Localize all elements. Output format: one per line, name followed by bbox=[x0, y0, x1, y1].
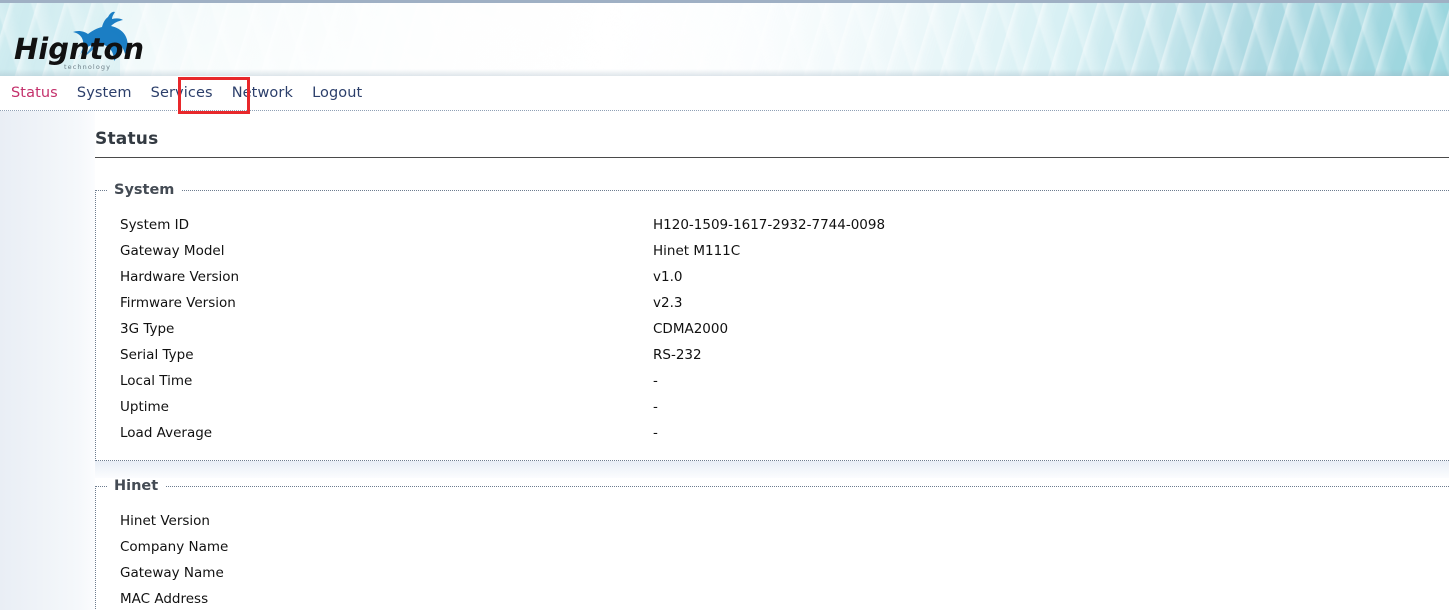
row-label: Serial Type bbox=[96, 342, 653, 368]
brand-logo: Hignton technology bbox=[12, 9, 152, 75]
page-root: Hignton technology Status System Service… bbox=[0, 0, 1449, 610]
main-navigation: Status System Services Network Logout bbox=[0, 76, 1449, 111]
section-system-legend: System bbox=[108, 182, 181, 198]
table-row: System IDH120-1509-1617-2932-7744-0098 bbox=[96, 212, 1449, 238]
table-row: Hardware Versionv1.0 bbox=[96, 264, 1449, 290]
row-label: Hardware Version bbox=[96, 264, 653, 290]
content-inner: Status System System IDH120-1509-1617-29… bbox=[95, 111, 1449, 610]
table-row: Gateway Name bbox=[96, 560, 1449, 586]
nav-item-status[interactable]: Status bbox=[4, 76, 65, 111]
table-row: Gateway ModelHinet M111C bbox=[96, 238, 1449, 264]
brand-wordmark: Hignton bbox=[14, 32, 144, 66]
content-area: Status System System IDH120-1509-1617-29… bbox=[0, 111, 1449, 610]
row-value: CDMA2000 bbox=[653, 316, 728, 342]
nav-item-network[interactable]: Network bbox=[225, 76, 300, 111]
site-header: Hignton technology bbox=[0, 0, 1449, 76]
row-value: RS-232 bbox=[653, 342, 702, 368]
row-value: v2.3 bbox=[653, 290, 682, 316]
table-row: Serial TypeRS-232 bbox=[96, 342, 1449, 368]
row-label: Firmware Version bbox=[96, 290, 653, 316]
row-label: Gateway Model bbox=[96, 238, 653, 264]
brand-tagline: technology bbox=[64, 63, 111, 71]
row-label: Local Time bbox=[96, 368, 653, 394]
row-label: Hinet Version bbox=[96, 508, 653, 534]
row-label: System ID bbox=[96, 212, 653, 238]
row-label: Load Average bbox=[96, 420, 653, 446]
section-hinet-rows: Hinet Version Company Name Gateway Name … bbox=[96, 494, 1449, 610]
row-label: Gateway Name bbox=[96, 560, 653, 586]
table-row: Firmware Versionv2.3 bbox=[96, 290, 1449, 316]
row-value: - bbox=[653, 394, 658, 420]
table-row: Company Name bbox=[96, 534, 1449, 560]
section-system-rows: System IDH120-1509-1617-2932-7744-0098 G… bbox=[96, 198, 1449, 446]
row-label: 3G Type bbox=[96, 316, 653, 342]
table-row: Local Time- bbox=[96, 368, 1449, 394]
section-divider bbox=[95, 461, 1449, 478]
section-system: System System IDH120-1509-1617-2932-7744… bbox=[95, 182, 1449, 461]
table-row: Load Average- bbox=[96, 420, 1449, 446]
table-row: Hinet Version bbox=[96, 508, 1449, 534]
row-value: H120-1509-1617-2932-7744-0098 bbox=[653, 212, 885, 238]
row-label: Company Name bbox=[96, 534, 653, 560]
table-row: Uptime- bbox=[96, 394, 1449, 420]
nav-item-system[interactable]: System bbox=[70, 76, 139, 111]
nav-item-services[interactable]: Services bbox=[144, 76, 220, 111]
page-title: Status bbox=[95, 111, 1449, 158]
header-ray-pattern bbox=[0, 3, 1449, 76]
header-bottom-shade bbox=[0, 69, 1449, 76]
row-label: Uptime bbox=[96, 394, 653, 420]
row-value: Hinet M111C bbox=[653, 238, 740, 264]
row-value: v1.0 bbox=[653, 264, 682, 290]
nav-item-logout[interactable]: Logout bbox=[305, 76, 369, 111]
row-value: - bbox=[653, 368, 658, 394]
table-row: MAC Address bbox=[96, 586, 1449, 610]
row-value: - bbox=[653, 420, 658, 446]
section-hinet: Hinet Hinet Version Company Name Gateway… bbox=[95, 478, 1449, 610]
table-row: 3G TypeCDMA2000 bbox=[96, 316, 1449, 342]
header-glow bbox=[120, 0, 880, 76]
section-hinet-legend: Hinet bbox=[108, 478, 165, 494]
row-label: MAC Address bbox=[96, 586, 653, 610]
